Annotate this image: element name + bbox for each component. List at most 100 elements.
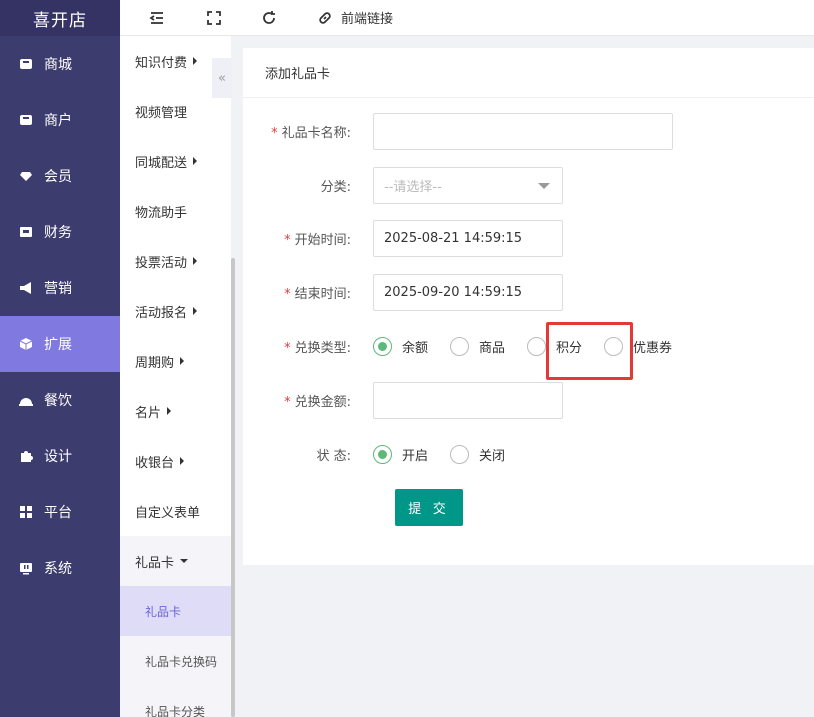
- frontend-link-label: 前端链接: [341, 12, 394, 27]
- status-radio-group: 开启 关闭: [373, 445, 527, 464]
- submenu-scrollbar[interactable]: [231, 258, 235, 717]
- wallet-icon: [19, 225, 33, 239]
- shop-icon: [19, 57, 33, 71]
- submenu-item-card[interactable]: 名片: [120, 386, 231, 436]
- caret-down-icon: [180, 559, 189, 563]
- sidebar-item-design[interactable]: 设计: [0, 428, 120, 484]
- radio-balance[interactable]: 余额: [373, 337, 428, 356]
- end-time-input[interactable]: 2025-09-20 14:59:15: [373, 274, 563, 311]
- submenu-item-custom-form[interactable]: 自定义表单: [120, 486, 231, 536]
- field-label-text: 结束时间:: [294, 287, 351, 302]
- submenu-item-logistics[interactable]: 物流助手: [120, 186, 231, 236]
- merchant-icon: [19, 113, 33, 127]
- fullscreen-icon[interactable]: [206, 10, 222, 26]
- submenu-item-label: 礼品卡: [135, 555, 175, 571]
- grid-icon: [19, 505, 33, 519]
- form-row-exchange-amount: * 兑换金额:: [243, 382, 814, 419]
- field-label-text: 兑换金额:: [294, 395, 351, 410]
- submenu-item-signup[interactable]: 活动报名: [120, 286, 231, 336]
- radio-status-on[interactable]: 开启: [373, 445, 428, 464]
- caret-right-icon: [193, 307, 198, 315]
- main-sidebar: 喜开店 商城 商户 会员 财务 营销 扩展 餐饮 设计 平台 系统: [0, 0, 120, 717]
- double-chevron-left-icon: «: [218, 70, 226, 86]
- required-mark: *: [284, 395, 291, 410]
- sidebar-item-catering[interactable]: 餐饮: [0, 372, 120, 428]
- diamond-icon: [19, 169, 33, 183]
- submenu-child-gift-card[interactable]: 礼品卡: [120, 586, 231, 636]
- radio-coupon[interactable]: 优惠券: [604, 337, 672, 356]
- submenu-item-delivery[interactable]: 同城配送: [120, 136, 231, 186]
- top-toolbar: 前端链接: [120, 0, 814, 36]
- field-label: 状 态:: [316, 449, 351, 464]
- field-label-text: 开始时间:: [294, 233, 351, 248]
- sidebar-item-shop[interactable]: 商城: [0, 36, 120, 92]
- submit-button[interactable]: 提 交: [395, 489, 463, 526]
- submenu-item-label: 收银台: [135, 455, 175, 471]
- form-row-end-time: * 结束时间: 2025-09-20 14:59:15: [243, 274, 814, 311]
- sidebar-item-label: 扩展: [44, 337, 72, 353]
- submenu-item-label: 活动报名: [135, 305, 188, 321]
- radio-goods[interactable]: 商品: [450, 337, 505, 356]
- sidebar-item-label: 会员: [44, 169, 72, 185]
- start-time-input[interactable]: 2025-08-21 14:59:15: [373, 220, 563, 257]
- sidebar-item-label: 设计: [44, 449, 72, 465]
- field-label: * 兑换类型:: [243, 337, 373, 356]
- required-mark: *: [284, 341, 291, 356]
- form-row-start-time: * 开始时间: 2025-08-21 14:59:15: [243, 220, 814, 257]
- sidebar-item-marketing[interactable]: 营销: [0, 260, 120, 316]
- radio-status-off[interactable]: 关闭: [450, 445, 505, 464]
- frontend-link[interactable]: 前端链接: [317, 8, 393, 27]
- sidebar-item-extension[interactable]: 扩展: [0, 316, 120, 372]
- megaphone-icon: [19, 281, 33, 295]
- dropdown-arrow-icon: [538, 183, 550, 189]
- exchange-type-radio-group: 余额 商品 积分 优惠券: [373, 337, 694, 356]
- category-select-placeholder: --请选择--: [384, 180, 442, 195]
- sidebar-item-label: 商城: [44, 57, 72, 73]
- submenu-child-label: 礼品卡兑换码: [145, 654, 218, 669]
- submenu-child-redeem-code[interactable]: 礼品卡兑换码: [120, 636, 231, 686]
- radio-unchecked-icon: [527, 337, 547, 356]
- radio-label: 商品: [479, 341, 506, 356]
- field-label: 分类:: [320, 180, 351, 195]
- cube-icon: [19, 337, 33, 351]
- field-label: * 兑换金额:: [243, 391, 373, 410]
- sidebar-item-platform[interactable]: 平台: [0, 484, 120, 540]
- required-mark: *: [271, 126, 278, 141]
- field-label: * 结束时间:: [243, 283, 373, 302]
- refresh-icon[interactable]: [261, 10, 277, 26]
- panel-title: 添加礼品卡: [243, 48, 814, 98]
- radio-unchecked-icon: [450, 445, 470, 464]
- submenu-item-gift-card[interactable]: 礼品卡: [120, 536, 231, 586]
- sidebar-item-system[interactable]: 系统: [0, 540, 120, 596]
- puzzle-icon: [19, 449, 33, 463]
- indent-icon[interactable]: [149, 10, 165, 26]
- sidebar-item-merchant[interactable]: 商户: [0, 92, 120, 148]
- submenu-item-periodic[interactable]: 周期购: [120, 336, 231, 386]
- submenu-item-cashier[interactable]: 收银台: [120, 436, 231, 486]
- submenu-child-category[interactable]: 礼品卡分类: [120, 686, 231, 717]
- required-mark: *: [284, 287, 291, 302]
- caret-right-icon: [193, 57, 198, 65]
- radio-label: 余额: [402, 341, 429, 356]
- sidebar-item-finance[interactable]: 财务: [0, 204, 120, 260]
- field-label: * 礼品卡名称:: [243, 122, 373, 141]
- caret-right-icon: [180, 357, 185, 365]
- field-label: * 开始时间:: [243, 229, 373, 248]
- collapse-submenu-button[interactable]: «: [212, 58, 232, 98]
- radio-label: 开启: [402, 449, 429, 464]
- exchange-amount-input[interactable]: [373, 382, 563, 419]
- sidebar-item-label: 财务: [44, 225, 72, 241]
- form-row-status: 状 态: 开启 关闭: [243, 436, 814, 473]
- required-mark: *: [284, 233, 291, 248]
- form-row-name: * 礼品卡名称:: [243, 113, 814, 150]
- sidebar-item-label: 系统: [44, 561, 72, 577]
- sidebar-item-member[interactable]: 会员: [0, 148, 120, 204]
- caret-right-icon: [180, 457, 185, 465]
- category-select[interactable]: --请选择--: [373, 167, 563, 204]
- gift-card-name-input[interactable]: [373, 113, 673, 150]
- sidebar-item-label: 平台: [44, 505, 72, 521]
- radio-points[interactable]: 积分: [527, 337, 582, 356]
- submenu-item-vote[interactable]: 投票活动: [120, 236, 231, 286]
- gift-card-form-panel: 添加礼品卡 * 礼品卡名称: 分类: --请选择-- * 开始时间: 2025-08…: [243, 48, 814, 565]
- submenu-item-label: 知识付费: [135, 55, 188, 71]
